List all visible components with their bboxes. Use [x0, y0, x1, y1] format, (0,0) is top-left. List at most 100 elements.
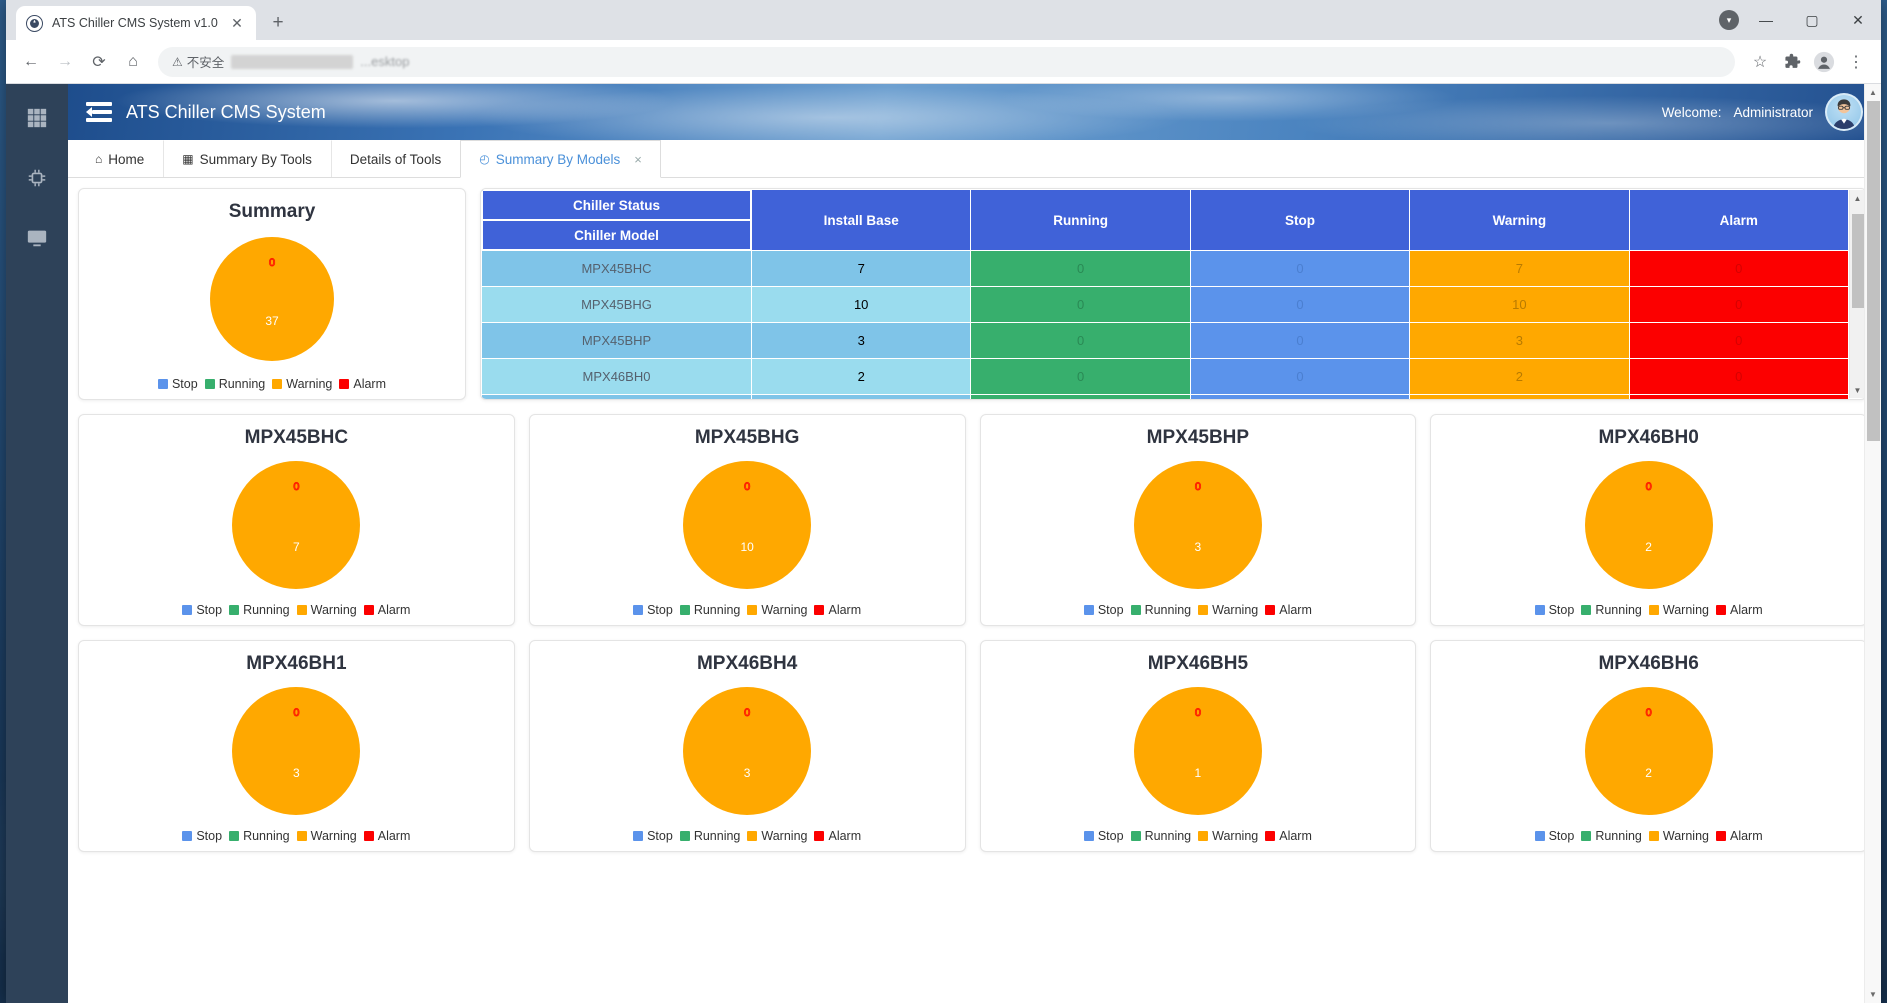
legend-item-alarm[interactable]: Alarm — [1715, 829, 1763, 843]
legend-item-warning[interactable]: Warning — [1198, 603, 1258, 617]
table-scrollbar[interactable]: ▲ ▼ — [1849, 190, 1865, 398]
legend-label-alarm: Alarm — [377, 829, 411, 843]
tab-search-icon[interactable]: ▾ — [1719, 10, 1739, 30]
legend-item-running[interactable]: Running — [679, 603, 740, 617]
window-controls: — ▢ ✕ — [1743, 0, 1881, 40]
legend-item-warning[interactable]: Warning — [1198, 829, 1258, 843]
cell-stop: 0 — [1189, 358, 1411, 395]
page-scroll-track[interactable] — [1865, 101, 1882, 986]
legend-item-running[interactable]: Running — [229, 829, 290, 843]
legend-item-alarm[interactable]: Alarm — [1715, 603, 1763, 617]
browser-menu-icon[interactable]: ⋮ — [1841, 47, 1871, 77]
legend-swatch-running — [1130, 831, 1141, 841]
minimize-button[interactable]: — — [1743, 0, 1789, 40]
legend-item-warning[interactable]: Warning — [296, 829, 357, 843]
model-pie-chart[interactable]: 0 1 — [991, 677, 1406, 825]
legend-item-alarm[interactable]: Alarm — [363, 603, 410, 617]
summary-pie-chart[interactable]: 0 37 — [89, 225, 455, 373]
model-pie-chart[interactable]: 0 10 — [540, 451, 955, 599]
new-tab-button[interactable]: + — [264, 9, 292, 37]
legend-item-stop[interactable]: Stop — [1534, 603, 1574, 617]
monitor-icon[interactable] — [25, 226, 49, 250]
pie-label-warning: 3 — [293, 766, 300, 781]
tab-home[interactable]: ⌂ Home — [76, 140, 164, 177]
cell-warning: 3 — [1409, 394, 1630, 399]
avatar[interactable] — [1825, 93, 1863, 131]
grid-icon[interactable] — [25, 106, 49, 130]
legend-label-warning: Warning — [1212, 829, 1259, 843]
legend-item-stop[interactable]: Stop — [1083, 829, 1124, 843]
legend-item-alarm[interactable]: Alarm — [1265, 829, 1312, 843]
model-pie-chart[interactable]: 0 7 — [89, 451, 504, 599]
chip-icon[interactable] — [25, 166, 49, 190]
legend-item-running[interactable]: Running — [204, 377, 265, 391]
tab-summary-by-tools[interactable]: ▦ Summary By Tools — [163, 140, 331, 177]
table-row[interactable]: MPX45BHG 10 0 0 10 0 — [481, 286, 1849, 323]
tab-summary-by-models[interactable]: ◴ Summary By Models × — [460, 140, 661, 178]
close-window-button[interactable]: ✕ — [1835, 0, 1881, 40]
model-pie-chart[interactable]: 0 2 — [1441, 451, 1856, 599]
model-pie-chart[interactable]: 0 3 — [89, 677, 504, 825]
legend-item-running[interactable]: Running — [1130, 603, 1191, 617]
legend-swatch-running — [204, 379, 215, 389]
tab-close-icon[interactable]: ✕ — [228, 14, 246, 32]
legend-item-stop[interactable]: Stop — [182, 829, 222, 843]
forward-button[interactable]: → — [50, 47, 80, 77]
reload-button[interactable]: ⟳ — [84, 47, 114, 77]
legend-item-warning[interactable]: Warning — [272, 377, 332, 391]
table-scroll-thumb[interactable] — [1851, 214, 1864, 308]
table-row[interactable]: MPX45BHC 7 0 0 7 0 — [481, 250, 1849, 287]
extensions-icon[interactable] — [1777, 47, 1807, 77]
table-row[interactable]: MPX45BHP 3 0 0 3 0 — [481, 322, 1849, 359]
tab-details-of-tools[interactable]: Details of Tools — [330, 140, 461, 177]
legend-item-warning[interactable]: Warning — [1648, 603, 1709, 617]
favicon-icon — [26, 14, 43, 32]
legend-swatch-stop — [157, 379, 168, 389]
menu-toggle-icon[interactable] — [86, 102, 112, 122]
table-row[interactable]: MPX46BH1 3 0 0 3 0 — [481, 394, 1849, 399]
legend-item-warning[interactable]: Warning — [747, 603, 807, 617]
maximize-button[interactable]: ▢ — [1789, 0, 1835, 40]
page-scroll-thumb[interactable] — [1866, 101, 1880, 441]
legend-item-running[interactable]: Running — [1581, 603, 1642, 617]
table-row[interactable]: MPX46BH0 2 0 0 2 0 — [481, 358, 1849, 395]
legend-item-alarm[interactable]: Alarm — [363, 829, 411, 843]
profile-avatar-icon[interactable] — [1809, 47, 1839, 77]
header-install-base: Install Base — [750, 189, 972, 251]
legend-item-alarm[interactable]: Alarm — [814, 603, 861, 617]
legend-item-stop[interactable]: Stop — [157, 377, 198, 391]
legend-swatch-warning — [272, 379, 283, 389]
legend-item-running[interactable]: Running — [1581, 829, 1642, 843]
scroll-down-icon[interactable]: ▼ — [1865, 986, 1882, 1003]
legend: Stop Running Warning Alarm — [991, 825, 1406, 845]
legend-item-running[interactable]: Running — [229, 603, 290, 617]
pie-label-alarm: 0 — [293, 707, 300, 720]
legend-item-alarm[interactable]: Alarm — [814, 829, 861, 843]
legend-item-alarm[interactable]: Alarm — [339, 377, 386, 391]
page-scrollbar[interactable]: ▲ ▼ — [1864, 84, 1881, 1003]
summary-card: Summary 0 37 Stop Running Warning Alarm — [78, 188, 466, 400]
legend-label-warning: Warning — [1212, 603, 1259, 617]
legend-item-warning[interactable]: Warning — [1648, 829, 1709, 843]
scroll-up-icon[interactable]: ▲ — [1865, 84, 1882, 101]
legend-item-stop[interactable]: Stop — [182, 603, 222, 617]
model-pie-chart[interactable]: 0 3 — [991, 451, 1406, 599]
legend-item-stop[interactable]: Stop — [633, 829, 673, 843]
not-secure-badge[interactable]: ⚠ 不安全 — [172, 52, 224, 71]
tab-close-icon[interactable]: × — [634, 152, 642, 167]
address-bar[interactable]: ⚠ 不安全 ...esktop — [158, 46, 1735, 77]
back-button[interactable]: ← — [16, 47, 46, 77]
legend-item-stop[interactable]: Stop — [633, 603, 673, 617]
legend-item-alarm[interactable]: Alarm — [1265, 603, 1312, 617]
bookmark-star-icon[interactable]: ☆ — [1745, 47, 1775, 77]
legend-item-warning[interactable]: Warning — [747, 829, 807, 843]
model-pie-chart[interactable]: 0 3 — [540, 677, 955, 825]
legend-item-running[interactable]: Running — [1130, 829, 1191, 843]
legend-item-warning[interactable]: Warning — [296, 603, 357, 617]
browser-tab[interactable]: ATS Chiller CMS System v1.0 ✕ — [16, 6, 256, 40]
legend-item-running[interactable]: Running — [679, 829, 740, 843]
model-pie-chart[interactable]: 0 2 — [1441, 677, 1856, 825]
legend-item-stop[interactable]: Stop — [1534, 829, 1574, 843]
legend-item-stop[interactable]: Stop — [1083, 603, 1124, 617]
home-button[interactable]: ⌂ — [118, 47, 148, 77]
